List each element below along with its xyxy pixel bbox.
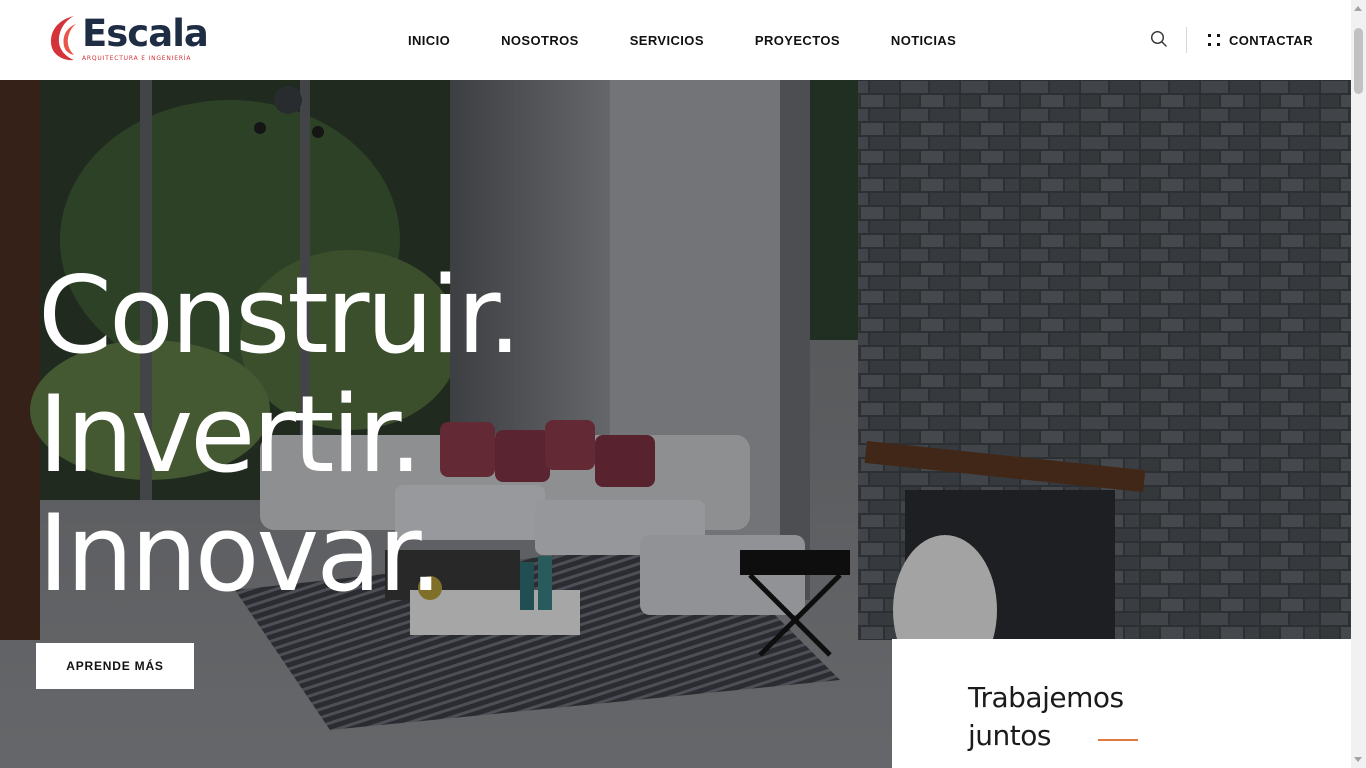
logo-name: Escala [82, 12, 209, 55]
nav-proyectos[interactable]: PROYECTOS [755, 33, 840, 48]
hero-title: Construir. Invertir. Innovar. [38, 254, 522, 615]
scroll-thumb[interactable] [1354, 28, 1363, 94]
logo-tagline: ARQUITECTURA E INGENIERÍA [82, 55, 192, 62]
hero-section: Construir. Invertir. Innovar. APRENDE MÁ… [0, 80, 1351, 768]
contact-label: CONTACTAR [1229, 32, 1313, 48]
hero-line-2: Invertir. [38, 373, 423, 496]
scroll-up-arrow-icon[interactable] [1354, 6, 1362, 11]
accent-line [1098, 739, 1138, 741]
site-header: Escala ARQUITECTURA E INGENIERÍA INICIO … [0, 0, 1351, 80]
nav-inicio[interactable]: INICIO [408, 33, 450, 48]
scroll-down-arrow-icon[interactable] [1354, 757, 1362, 762]
hero-line-3: Innovar. [38, 492, 443, 615]
search-icon[interactable] [1150, 30, 1168, 48]
nav-noticias[interactable]: NOTICIAS [891, 33, 956, 48]
nav-nosotros[interactable]: NOSOTROS [501, 33, 579, 48]
learn-more-button[interactable]: APRENDE MÁS [36, 643, 194, 689]
main-nav: INICIO NOSOTROS SERVICIOS PROYECTOS NOTI… [408, 0, 1007, 80]
card-title-line-2: juntos [968, 719, 1051, 752]
hero-line-1: Construir. [38, 254, 522, 377]
logo-mark-icon [46, 14, 80, 62]
logo-text: Escala ARQUITECTURA E INGENIERÍA [82, 12, 209, 63]
card-title-line-1: Trabajemos [968, 681, 1124, 714]
grid-dots-icon [1207, 33, 1221, 47]
header-divider [1186, 27, 1187, 53]
contact-button[interactable]: CONTACTAR [1207, 0, 1313, 80]
card-title: Trabajemos juntos [968, 679, 1124, 755]
work-together-card: Trabajemos juntos [892, 639, 1351, 768]
brand-logo[interactable]: Escala ARQUITECTURA E INGENIERÍA [46, 14, 211, 68]
page-scrollbar[interactable] [1351, 0, 1366, 768]
nav-servicios[interactable]: SERVICIOS [630, 33, 704, 48]
